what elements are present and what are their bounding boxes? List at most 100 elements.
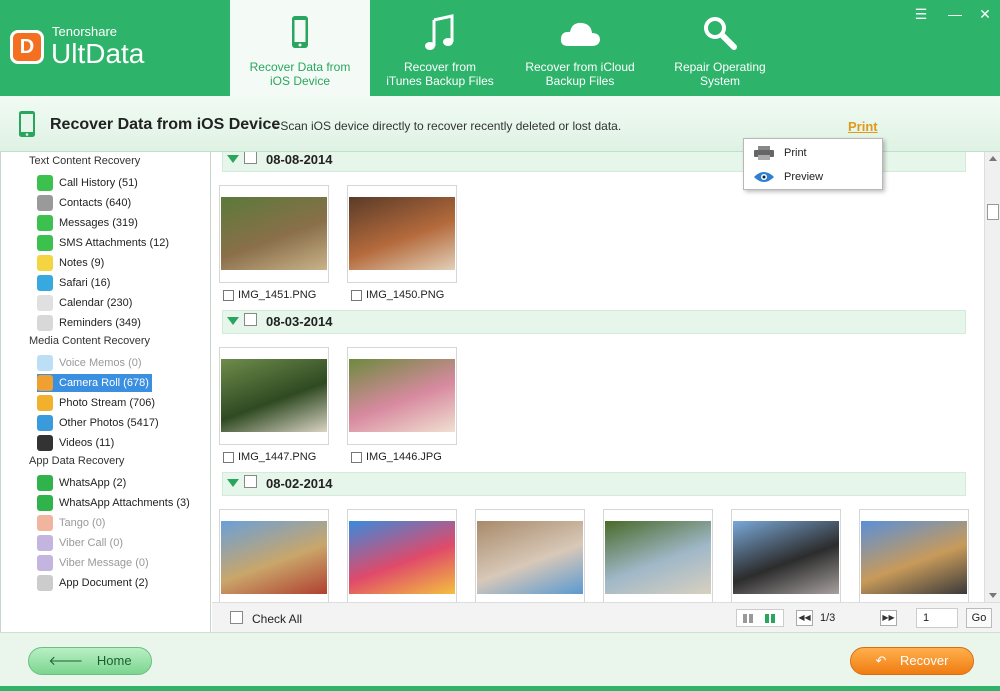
tab-recover-icloud-backup[interactable]: Recover from iCloud Backup Files bbox=[510, 0, 650, 96]
sidebar-item[interactable]: App Document (2) bbox=[37, 574, 151, 592]
sidebar-item[interactable]: Videos (11) bbox=[37, 434, 117, 452]
photo-thumbnail[interactable] bbox=[347, 185, 457, 283]
sidebar-item[interactable]: WhatsApp Attachments (3) bbox=[37, 494, 193, 512]
page-number-input[interactable]: 1 bbox=[916, 608, 958, 628]
sidebar-item-label: Other Photos (5417) bbox=[59, 417, 159, 429]
sidebar-category-title: Text Content Recovery bbox=[29, 155, 141, 167]
calendar-icon bbox=[37, 295, 53, 311]
photo-checkbox[interactable] bbox=[351, 289, 362, 301]
photo-checkbox[interactable] bbox=[223, 289, 234, 301]
photo-select[interactable]: IMG_1446.JPG bbox=[351, 451, 442, 463]
close-icon[interactable]: ✕ bbox=[976, 6, 994, 23]
sidebar-item[interactable]: Contacts (640) bbox=[37, 194, 134, 212]
bottom-bar: 🡐 Home ↶ Recover bbox=[0, 632, 1000, 691]
photo-filename: IMG_1450.PNG bbox=[366, 289, 445, 301]
page-title: Recover Data from iOS Device bbox=[50, 116, 281, 133]
sidebar-item[interactable]: Calendar (230) bbox=[37, 294, 135, 312]
group-checkbox[interactable] bbox=[244, 475, 257, 488]
group-checkbox[interactable] bbox=[244, 152, 257, 164]
photo-select[interactable]: IMG_1450.PNG bbox=[351, 289, 444, 301]
sidebar-item-label: Notes (9) bbox=[59, 257, 105, 269]
sidebar-item[interactable]: Other Photos (5417) bbox=[37, 414, 162, 432]
print-link[interactable]: Print bbox=[848, 119, 878, 134]
photo-filename: IMG_1451.PNG bbox=[238, 289, 317, 301]
check-all-checkbox[interactable] bbox=[230, 611, 243, 624]
go-button[interactable]: Go bbox=[966, 608, 992, 628]
sidebar-item[interactable]: Reminders (349) bbox=[37, 314, 144, 332]
sidebar-item-label: Viber Message (0) bbox=[59, 557, 149, 569]
photo-thumbnail[interactable] bbox=[859, 509, 969, 602]
sidebar-item-label: Call History (51) bbox=[59, 177, 138, 189]
tab-label-line2: Backup Files bbox=[545, 74, 615, 88]
photo-image bbox=[221, 521, 327, 594]
collapse-triangle-icon[interactable] bbox=[227, 155, 239, 163]
photo-thumbnail[interactable] bbox=[347, 347, 457, 445]
collapse-triangle-icon[interactable] bbox=[227, 479, 239, 487]
sidebar-item[interactable]: Tango (0) bbox=[37, 514, 108, 532]
app-header: D Tenorshare UltData Recover Data from iO… bbox=[0, 0, 1000, 96]
first-page-button[interactable]: ◀◀ bbox=[796, 610, 813, 626]
page-description: - Scan iOS device directly to recover re… bbox=[273, 119, 622, 133]
group-checkbox[interactable] bbox=[244, 313, 257, 326]
photo-image bbox=[349, 521, 455, 594]
last-page-button[interactable]: ▶▶ bbox=[880, 610, 897, 626]
sidebar-item[interactable]: Camera Roll (678) bbox=[37, 374, 152, 392]
scroll-up-icon[interactable] bbox=[989, 156, 997, 161]
scroll-down-icon[interactable] bbox=[989, 593, 997, 598]
group-date: 08-03-2014 bbox=[266, 314, 333, 329]
sidebar-item[interactable]: WhatsApp (2) bbox=[37, 474, 129, 492]
photo-stream-icon bbox=[37, 395, 53, 411]
date-group-header[interactable]: 08-03-2014 bbox=[222, 310, 966, 334]
minimize-icon[interactable]: — bbox=[946, 6, 964, 22]
group-date: 08-08-2014 bbox=[266, 152, 333, 167]
photo-select[interactable]: IMG_1447.PNG bbox=[223, 451, 316, 463]
home-button[interactable]: 🡐 Home bbox=[28, 647, 152, 675]
camera-roll-icon bbox=[37, 375, 53, 391]
check-all-label[interactable]: Check All bbox=[252, 612, 302, 626]
photo-image bbox=[349, 359, 455, 432]
sidebar-item-label: SMS Attachments (12) bbox=[59, 237, 170, 249]
list-view-icon[interactable] bbox=[743, 614, 753, 623]
menu-icon[interactable]: ☰ bbox=[912, 6, 930, 23]
sidebar-item[interactable]: SMS Attachments (12) bbox=[37, 234, 172, 252]
collapse-triangle-icon[interactable] bbox=[227, 317, 239, 325]
tab-recover-itunes-backup[interactable]: Recover from iTunes Backup Files bbox=[370, 0, 510, 96]
sidebar-item[interactable]: Photo Stream (706) bbox=[37, 394, 158, 412]
sidebar-category-title: Media Content Recovery bbox=[29, 335, 151, 347]
photo-select[interactable]: IMG_1451.PNG bbox=[223, 289, 316, 301]
photo-thumbnail[interactable] bbox=[219, 347, 329, 445]
print-menu-label: Print bbox=[784, 147, 807, 159]
sidebar-item[interactable]: Viber Message (0) bbox=[37, 554, 152, 572]
recover-button[interactable]: ↶ Recover bbox=[850, 647, 974, 675]
photo-thumbnail[interactable] bbox=[475, 509, 585, 602]
preview-menu-item[interactable]: Preview bbox=[744, 165, 882, 189]
sidebar-item[interactable]: Voice Memos (0) bbox=[37, 354, 145, 372]
print-menu-item[interactable]: Print bbox=[744, 141, 882, 165]
scrollbar-thumb[interactable] bbox=[987, 204, 999, 220]
grid-view-icon[interactable] bbox=[765, 614, 775, 623]
tab-label-line2: iTunes Backup Files bbox=[386, 74, 494, 88]
photo-thumbnail[interactable] bbox=[347, 509, 457, 602]
photo-thumbnail[interactable] bbox=[731, 509, 841, 602]
safari-icon bbox=[37, 275, 53, 291]
photo-thumbnail[interactable] bbox=[219, 185, 329, 283]
photo-checkbox[interactable] bbox=[223, 451, 234, 463]
tab-repair-os[interactable]: Repair Operating System bbox=[650, 0, 790, 96]
sidebar-item[interactable]: Notes (9) bbox=[37, 254, 107, 272]
sidebar-item-label: Videos (11) bbox=[59, 437, 115, 449]
print-dropdown-menu: Print Preview bbox=[743, 138, 883, 190]
viber-icon bbox=[37, 535, 53, 551]
date-group-header[interactable]: 08-02-2014 bbox=[222, 472, 966, 496]
photo-thumbnail[interactable] bbox=[219, 509, 329, 602]
wrench-icon bbox=[704, 17, 737, 50]
photo-checkbox[interactable] bbox=[351, 451, 362, 463]
bottom-accent-line bbox=[0, 686, 1000, 691]
tab-recover-ios-device[interactable]: Recover Data from iOS Device bbox=[230, 0, 370, 96]
photo-thumbnail[interactable] bbox=[603, 509, 713, 602]
sidebar-item[interactable]: Safari (16) bbox=[37, 274, 113, 292]
photo-image bbox=[349, 197, 455, 270]
sidebar-item[interactable]: Call History (51) bbox=[37, 174, 141, 192]
sidebar-item[interactable]: Viber Call (0) bbox=[37, 534, 126, 552]
vertical-scrollbar[interactable] bbox=[984, 152, 1000, 602]
sidebar-item[interactable]: Messages (319) bbox=[37, 214, 141, 232]
